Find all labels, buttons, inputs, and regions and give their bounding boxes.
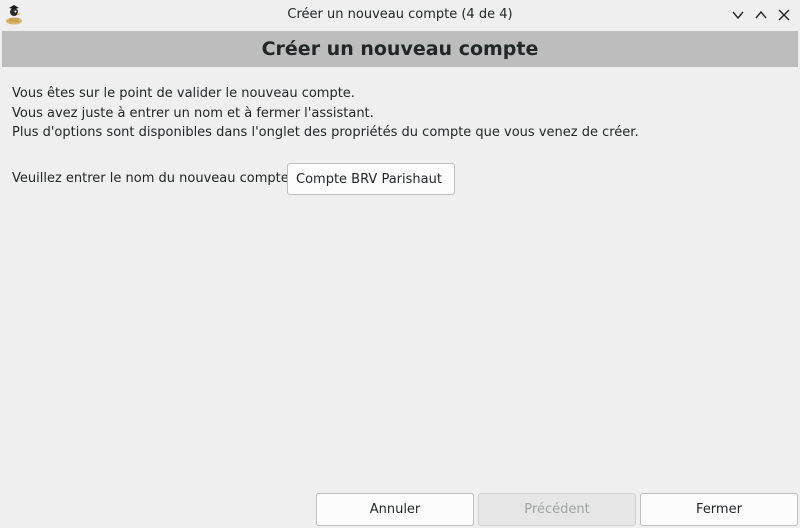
- cancel-button[interactable]: Annuler: [316, 493, 474, 526]
- intro-line-1: Vous êtes sur le point de valider le nou…: [12, 86, 355, 101]
- previous-button: Précédent: [478, 493, 636, 526]
- chevron-down-icon[interactable]: [729, 6, 747, 24]
- page-title: Créer un nouveau compte: [261, 38, 539, 60]
- intro-line-2: Vous avez juste à entrer un nom et à fer…: [12, 105, 374, 121]
- intro-line-3: Plus d'options sont disponibles dans l'o…: [12, 125, 639, 140]
- intro-text: Vous êtes sur le point de valider le nou…: [12, 84, 639, 143]
- close-button[interactable]: Fermer: [640, 493, 798, 526]
- close-icon[interactable]: [775, 6, 793, 24]
- assistant-window: Créer un nouveau compte (4 de 4) Créer u…: [0, 0, 800, 528]
- account-name-label: Veuillez entrer le nom du nouveau compte…: [12, 171, 298, 186]
- page-header: Créer un nouveau compte: [2, 31, 798, 67]
- chevron-up-icon[interactable]: [752, 6, 770, 24]
- title-bar[interactable]: Créer un nouveau compte (4 de 4): [0, 0, 800, 30]
- window-title: Créer un nouveau compte (4 de 4): [287, 7, 513, 22]
- account-name-input[interactable]: [287, 163, 455, 195]
